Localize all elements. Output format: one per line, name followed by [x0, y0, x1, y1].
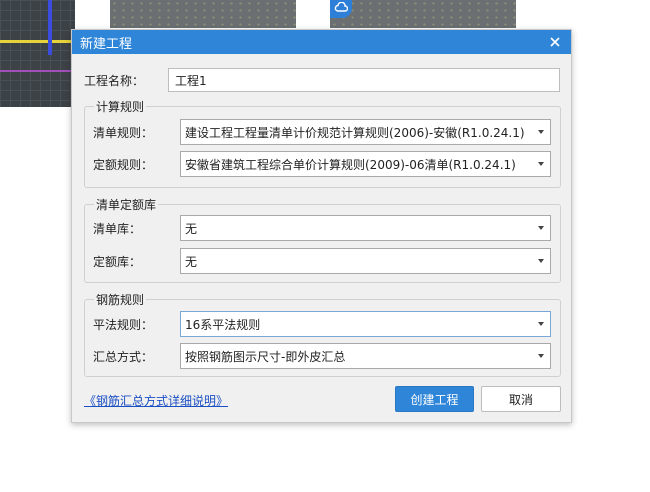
quota-rule-value: 安徽省建筑工程综合单价计算规则(2009)-06清单(R1.0.24.1): [185, 157, 516, 172]
flat-rule-value: 16系平法规则: [185, 317, 261, 332]
thumbnail-texture: [110, 0, 296, 28]
new-project-dialog: 新建工程 工程名称： 工程1 计算规则 清单规则： 建设工程工程量清单计价规范计…: [71, 29, 572, 423]
background-thumbnail-2: [110, 0, 296, 28]
project-name-label: 工程名称：: [84, 73, 145, 88]
rebar-rules-title: 钢筋规则: [94, 291, 147, 308]
bill-rule-row: 清单规则： 建设工程工程量清单计价规范计算规则(2006)-安徽(R1.0.24…: [93, 119, 551, 145]
quota-lib-row: 定额库： 无: [93, 248, 551, 274]
flat-rule-select[interactable]: 16系平法规则: [180, 311, 551, 337]
chevron-down-icon: [538, 162, 544, 166]
close-icon[interactable]: [547, 34, 563, 50]
summary-method-value: 按照钢筋图示尺寸-即外皮汇总: [185, 349, 346, 364]
chevron-down-icon: [538, 226, 544, 230]
bill-rule-value: 建设工程工程量清单计价规范计算规则(2006)-安徽(R1.0.24.1): [185, 125, 525, 140]
summary-method-row: 汇总方式： 按照钢筋图示尺寸-即外皮汇总: [93, 343, 551, 369]
calc-rules-title: 计算规则: [94, 98, 147, 115]
bill-rule-label: 清单规则：: [93, 125, 154, 140]
chevron-down-icon: [538, 322, 544, 326]
quota-lib-value: 无: [185, 254, 198, 269]
bill-lib-value: 无: [185, 221, 198, 236]
thumbnail-grid: [0, 0, 75, 107]
cancel-button[interactable]: 取消: [481, 386, 561, 412]
flat-rule-row: 平法规则： 16系平法规则: [93, 311, 551, 337]
quota-rule-row: 定额规则： 安徽省建筑工程综合单价计算规则(2009)-06清单(R1.0.24…: [93, 151, 551, 177]
create-project-button[interactable]: 创建工程: [395, 386, 474, 412]
bill-quota-lib-title: 清单定额库: [94, 196, 159, 213]
quota-rule-label: 定额规则：: [93, 157, 154, 172]
project-name-row: 工程名称： 工程1: [84, 68, 560, 92]
dialog-titlebar: 新建工程: [72, 30, 571, 54]
bill-lib-row: 清单库： 无: [93, 215, 551, 241]
quota-lib-select[interactable]: 无: [180, 248, 551, 274]
bill-lib-select[interactable]: 无: [180, 215, 551, 241]
quota-rule-select[interactable]: 安徽省建筑工程综合单价计算规则(2009)-06清单(R1.0.24.1): [180, 151, 551, 177]
summary-method-select[interactable]: 按照钢筋图示尺寸-即外皮汇总: [180, 343, 551, 369]
project-name-input[interactable]: 工程1: [168, 68, 560, 92]
bill-rule-select[interactable]: 建设工程工程量清单计价规范计算规则(2006)-安徽(R1.0.24.1): [180, 119, 551, 145]
chevron-down-icon: [538, 259, 544, 263]
cloud-icon: [330, 0, 352, 18]
quota-lib-label: 定额库：: [93, 254, 142, 269]
flat-rule-label: 平法规则：: [93, 317, 154, 332]
chevron-down-icon: [538, 130, 544, 134]
summary-method-label: 汇总方式：: [93, 349, 154, 364]
thumbnail-texture: [330, 0, 516, 28]
thumbnail-line: [0, 70, 75, 72]
thumbnail-line: [48, 0, 52, 55]
thumbnail-line: [0, 40, 75, 43]
bill-lib-label: 清单库：: [93, 221, 142, 236]
rebar-summary-help-link[interactable]: 《钢筋汇总方式详细说明》: [84, 392, 228, 409]
chevron-down-icon: [538, 354, 544, 358]
background-thumbnail-1: [0, 0, 75, 107]
background-thumbnail-3: [330, 0, 516, 28]
dialog-title: 新建工程: [80, 36, 133, 52]
